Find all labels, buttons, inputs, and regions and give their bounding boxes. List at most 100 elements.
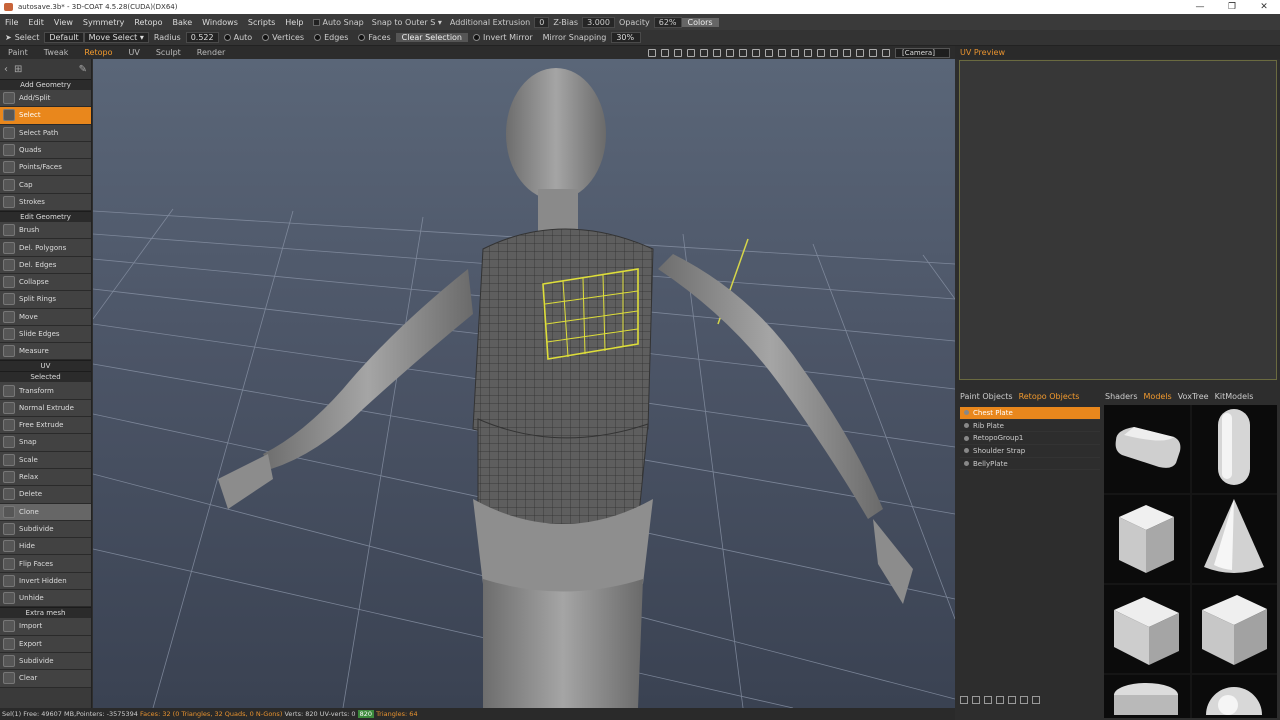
gizmo-icon[interactable] bbox=[856, 48, 864, 57]
menu-retopo[interactable]: Retopo bbox=[129, 18, 167, 27]
fullscreen-icon[interactable] bbox=[817, 48, 825, 57]
auto-radio[interactable]: Auto bbox=[219, 33, 258, 42]
menu-windows[interactable]: Windows bbox=[197, 18, 243, 27]
preset-dropdown[interactable]: Default bbox=[44, 32, 84, 43]
visibility-icon[interactable] bbox=[964, 448, 969, 454]
tab-render[interactable]: Render bbox=[189, 48, 233, 57]
radius-field[interactable]: 0.522 bbox=[185, 32, 219, 43]
arrow-left-icon[interactable]: ‹ bbox=[4, 64, 8, 75]
tool-invert-hidden[interactable]: Invert Hidden bbox=[0, 572, 91, 591]
tool-clear[interactable]: Clear bbox=[0, 670, 91, 688]
additional-extrusion-field[interactable]: 0 bbox=[534, 16, 550, 28]
tool-move[interactable]: Move bbox=[0, 308, 91, 326]
visibility-icon[interactable] bbox=[964, 435, 969, 441]
tool-subdivide-mesh[interactable]: Subdivide bbox=[0, 652, 91, 671]
tool-hide[interactable]: Hide bbox=[0, 538, 91, 556]
tool-quads[interactable]: Quads bbox=[0, 141, 91, 160]
rotate-view-icon[interactable] bbox=[661, 48, 669, 57]
tool-del-edges[interactable]: Del. Edges bbox=[0, 256, 91, 274]
move-select-dropdown[interactable]: Move Select ▾ bbox=[83, 32, 149, 43]
tool-slide-edges[interactable]: Slide Edges bbox=[0, 325, 91, 344]
tool-clone[interactable]: Clone bbox=[0, 503, 91, 521]
section-selected[interactable]: Selected bbox=[0, 371, 91, 383]
menu-bake[interactable]: Bake bbox=[167, 18, 197, 27]
move-up-icon[interactable] bbox=[996, 696, 1004, 704]
tool-cap[interactable]: Cap bbox=[0, 176, 91, 194]
snap-icon[interactable] bbox=[869, 48, 877, 57]
tool-snap[interactable]: Snap bbox=[0, 434, 91, 452]
tab-uv[interactable]: UV bbox=[120, 48, 147, 57]
vertices-radio-dot[interactable] bbox=[262, 34, 270, 41]
visibility-icon[interactable] bbox=[964, 423, 969, 429]
model-cone[interactable] bbox=[1191, 495, 1277, 583]
character-model[interactable] bbox=[218, 68, 913, 708]
move-view-icon[interactable] bbox=[648, 48, 656, 57]
section-extra-mesh[interactable]: Extra mesh bbox=[0, 607, 91, 619]
section-uv[interactable]: UV bbox=[0, 360, 91, 372]
menu-file[interactable]: File bbox=[0, 18, 23, 27]
menu-help[interactable]: Help bbox=[280, 18, 308, 27]
close-button[interactable]: ✕ bbox=[1248, 0, 1280, 14]
snap-mode-dropdown[interactable]: Snap to Outer S ▾ bbox=[368, 18, 446, 27]
tool-unhide[interactable]: Unhide bbox=[0, 590, 91, 608]
camera-dropdown[interactable]: [Camera] bbox=[895, 47, 950, 58]
tool-del-polygons[interactable]: Del. Polygons bbox=[0, 239, 91, 257]
symmetry-icon[interactable] bbox=[752, 48, 760, 57]
model-cube-2[interactable] bbox=[1104, 585, 1190, 673]
tab-kitmodels[interactable]: KitModels bbox=[1215, 392, 1254, 404]
invert-mirror-toggle[interactable]: Invert Mirror bbox=[468, 33, 538, 42]
tool-transform[interactable]: Transform bbox=[0, 382, 91, 400]
layout-icon[interactable] bbox=[804, 48, 812, 57]
tab-models[interactable]: Models bbox=[1144, 392, 1172, 404]
model-cylinder[interactable] bbox=[1104, 675, 1190, 718]
tool-select-path[interactable]: Select Path bbox=[0, 124, 91, 142]
delete-layer-icon[interactable] bbox=[972, 696, 980, 704]
tool-points-faces[interactable]: Points/Faces bbox=[0, 159, 91, 177]
faces-radio-dot[interactable] bbox=[358, 34, 366, 41]
camera-mode-icon[interactable] bbox=[791, 48, 799, 57]
list-item[interactable]: BellyPlate bbox=[960, 458, 1100, 471]
tab-sculpt[interactable]: Sculpt bbox=[148, 48, 189, 57]
list-item[interactable]: Rib Plate bbox=[960, 420, 1100, 433]
minimize-button[interactable]: — bbox=[1184, 0, 1216, 14]
visibility-icon[interactable] bbox=[964, 410, 969, 416]
colors-button[interactable]: Colors bbox=[681, 17, 719, 27]
model-capsule[interactable] bbox=[1191, 405, 1277, 493]
fit-view-icon[interactable] bbox=[700, 48, 708, 57]
layers-icon[interactable]: ⊞ bbox=[14, 64, 22, 75]
tool-select[interactable]: Select bbox=[0, 107, 91, 125]
folder-icon[interactable] bbox=[1020, 696, 1028, 704]
new-layer-icon[interactable] bbox=[960, 696, 968, 704]
tab-tweak[interactable]: Tweak bbox=[36, 48, 77, 57]
tab-retopo-objects[interactable]: Retopo Objects bbox=[1019, 392, 1080, 404]
move-down-icon[interactable] bbox=[1008, 696, 1016, 704]
tool-subdivide[interactable]: Subdivide bbox=[0, 520, 91, 539]
zoom-view-icon[interactable] bbox=[674, 48, 682, 57]
edges-radio-dot[interactable] bbox=[314, 34, 322, 41]
tool-import[interactable]: Import bbox=[0, 618, 91, 636]
edges-radio[interactable]: Edges bbox=[309, 33, 353, 42]
light-icon[interactable] bbox=[739, 48, 747, 57]
vertices-radio[interactable]: Vertices bbox=[257, 33, 309, 42]
model-cube-3[interactable] bbox=[1191, 585, 1277, 673]
list-item[interactable]: Shoulder Strap bbox=[960, 445, 1100, 458]
3d-viewport[interactable] bbox=[93, 59, 955, 708]
pin-icon[interactable]: ✎ bbox=[79, 64, 87, 75]
clear-selection-button[interactable]: Clear Selection bbox=[395, 33, 469, 42]
wireframe-toggle-icon[interactable] bbox=[726, 48, 734, 57]
faces-radio[interactable]: Faces bbox=[353, 33, 395, 42]
tool-brush[interactable]: Brush bbox=[0, 222, 91, 240]
display-icon[interactable] bbox=[843, 48, 851, 57]
tool-free-extrude[interactable]: Free Extrude bbox=[0, 417, 91, 435]
tool-relax[interactable]: Relax bbox=[0, 468, 91, 487]
render-icon[interactable] bbox=[778, 48, 786, 57]
viewport-settings-icon[interactable] bbox=[830, 48, 838, 57]
visibility-icon[interactable] bbox=[964, 461, 969, 467]
tab-retopo[interactable]: Retopo bbox=[76, 48, 120, 57]
uv-preview-canvas[interactable] bbox=[959, 60, 1277, 380]
list-item[interactable]: RetopoGroup1 bbox=[960, 432, 1100, 446]
menu-scripts[interactable]: Scripts bbox=[243, 18, 280, 27]
tool-split-rings[interactable]: Split Rings bbox=[0, 291, 91, 309]
menu-view[interactable]: View bbox=[49, 18, 78, 27]
model-rounded-box[interactable] bbox=[1104, 405, 1190, 493]
